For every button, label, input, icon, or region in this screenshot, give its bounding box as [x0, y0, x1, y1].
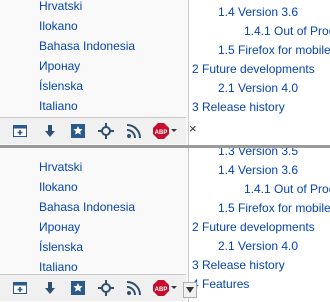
chevron-down-icon[interactable] [171, 129, 177, 132]
toc-link[interactable]: 2 Future developments [192, 218, 330, 237]
addon-toolbar: ABP [0, 117, 186, 144]
toc-link[interactable]: 1.4.1 Out of Process Plugins [244, 22, 330, 41]
move-crosshair-icon[interactable] [98, 123, 114, 139]
close-button[interactable]: × [189, 121, 197, 136]
language-link[interactable]: Íslenska [39, 76, 135, 96]
download-icon[interactable] [42, 123, 58, 139]
language-link[interactable]: Hrvatski [39, 0, 135, 16]
table-of-contents: 1.3 Version 3.5 1.4 Version 3.6 1.4.1 Out … [192, 148, 330, 294]
adblock-plus-icon[interactable]: ABP [153, 123, 169, 139]
adblock-plus-icon[interactable]: ABP [153, 280, 169, 296]
screenshot-panel-bottom: Hrvatski Ilokano Bahasa Indonesia Иронау… [0, 148, 330, 302]
toc-link[interactable]: 1.4 Version 3.6 [218, 3, 330, 22]
new-tab-icon[interactable] [12, 280, 28, 296]
rss-feed-icon[interactable] [126, 280, 142, 296]
addon-toolbar: ABP [0, 274, 186, 301]
language-link[interactable]: Hrvatski [39, 157, 135, 177]
language-link[interactable]: Ilokano [39, 177, 135, 197]
language-link[interactable]: Bahasa Indonesia [39, 197, 135, 217]
language-link[interactable]: Íslenska [39, 237, 135, 257]
language-link[interactable]: Italiano [39, 96, 135, 116]
toc-link[interactable]: 1.4 Version 3.6 [218, 161, 330, 180]
abp-label: ABP [155, 130, 168, 136]
language-list: Hrvatski Ilokano Bahasa Indonesia Иронау… [39, 157, 135, 277]
rss-feed-icon[interactable] [126, 123, 142, 139]
new-tab-icon[interactable] [12, 123, 28, 139]
move-crosshair-icon[interactable] [98, 280, 114, 296]
toc-link[interactable]: 2.1 Version 4.0 [218, 79, 330, 98]
toc-link[interactable]: 1.3 Version 3.5 [218, 148, 330, 161]
toc-link[interactable]: 3 Release history [192, 98, 330, 117]
language-list: Hrvatski Ilokano Bahasa Indonesia Иронау… [39, 0, 135, 116]
language-link[interactable]: Иронау [39, 217, 135, 237]
chevron-down-icon [186, 287, 194, 293]
toc-link[interactable]: 4 Features [192, 275, 330, 294]
table-of-contents: 1.4 Version 3.61.4.1 Out of Process Plug… [192, 3, 330, 117]
abp-label: ABP [155, 287, 168, 293]
toc-link[interactable]: 1.5 Firefox for mobile [218, 41, 330, 60]
toc-link[interactable]: 2.1 Version 4.0 [218, 237, 330, 256]
language-link[interactable]: Иронау [39, 56, 135, 76]
screenshot-panel-top: Hrvatski Ilokano Bahasa Indonesia Иронау… [0, 0, 330, 148]
toc-link[interactable]: 1.5 Firefox for mobile [218, 199, 330, 218]
chevron-down-icon[interactable] [171, 286, 177, 289]
toolbar-overflow-button[interactable] [183, 282, 197, 298]
toc-link[interactable]: 1.4.1 Out of Process Plugins [244, 180, 330, 199]
language-link[interactable]: Ilokano [39, 16, 135, 36]
download-icon[interactable] [42, 280, 58, 296]
bookmark-star-icon[interactable] [70, 123, 86, 139]
language-link[interactable]: Bahasa Indonesia [39, 36, 135, 56]
toc-link[interactable]: 3 Release history [192, 256, 330, 275]
bookmark-star-icon[interactable] [70, 280, 86, 296]
toc-link[interactable]: 2 Future developments [192, 60, 330, 79]
